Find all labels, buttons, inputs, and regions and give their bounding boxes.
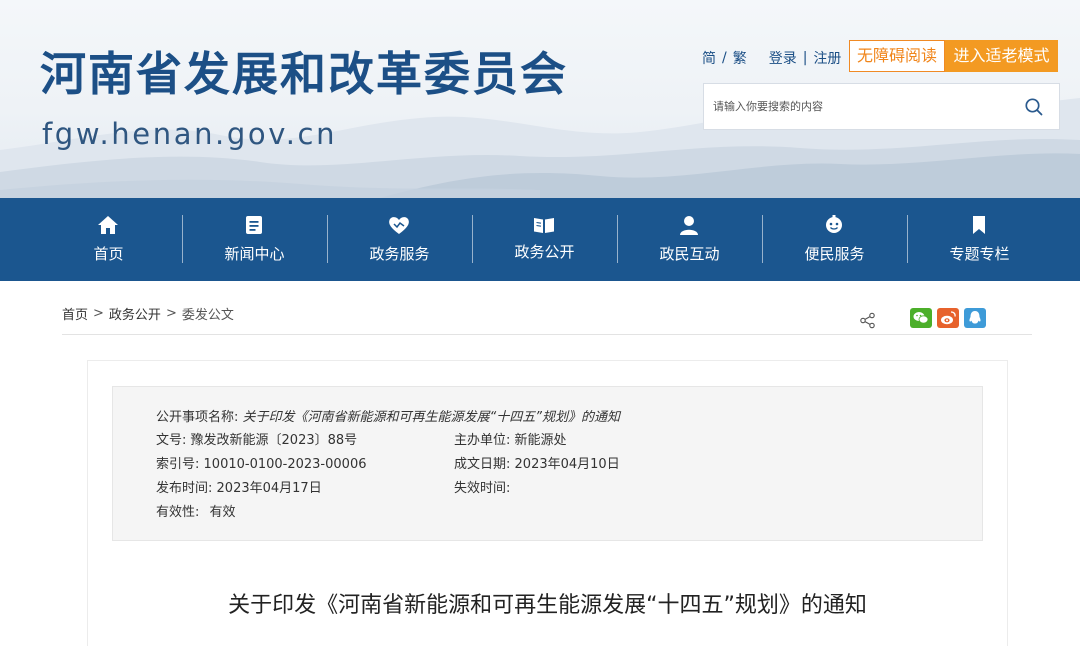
document-meta: 公开事项名称: 关于印发《河南省新能源和可再生能源发展“十四五”规划》的通知 文… <box>112 386 983 541</box>
meta-label: 文号: <box>156 433 187 448</box>
meta-validity: 有效性: 有效 <box>156 504 236 522</box>
meta-label: 有效性: <box>156 505 200 520</box>
nav-label: 便民服务 <box>804 245 865 263</box>
meta-index-no: 索引号: 10010-0100-2023-00006 <box>156 456 366 474</box>
meta-host-unit: 主办单位: 新能源处 <box>454 432 567 450</box>
lang-separator: / <box>722 50 727 66</box>
meta-item-name: 公开事项名称: 关于印发《河南省新能源和可再生能源发展“十四五”规划》的通知 <box>156 409 620 427</box>
meta-value: 豫发改新能源〔2023〕88号 <box>190 433 358 448</box>
nav-label: 首页 <box>93 245 124 263</box>
nav-item-gov-open[interactable]: 政务公开 <box>472 198 617 281</box>
qq-icon <box>969 311 981 324</box>
book-icon <box>534 218 554 233</box>
breadcrumb-home[interactable]: 首页 <box>62 304 88 323</box>
breadcrumb-current[interactable]: 委发公文 <box>182 304 234 323</box>
meta-value: 有效 <box>209 505 236 520</box>
bookmark-icon <box>973 216 985 234</box>
meta-created-date: 成文日期: 2023年04月10日 <box>454 456 620 474</box>
site-header: 河南省发展和改革委员会 fgw.henan.gov.cn 简 / 繁 登录 | … <box>0 0 1080 198</box>
meta-label: 发布时间: <box>156 481 213 496</box>
nav-label: 新闻中心 <box>224 245 285 263</box>
meta-value: 2023年04月10日 <box>514 457 620 472</box>
meta-publish-time: 发布时间: 2023年04月17日 <box>156 480 322 498</box>
weibo-share-button[interactable] <box>937 308 959 328</box>
login-link[interactable]: 登录 <box>769 48 797 68</box>
elder-mode-button[interactable]: 进入适老模式 <box>945 40 1058 72</box>
nav-label: 政民互动 <box>659 245 720 263</box>
meta-value: 关于印发《河南省新能源和可再生能源发展“十四五”规划》的通知 <box>242 410 621 425</box>
nav-item-news[interactable]: 新闻中心 <box>182 198 327 281</box>
weibo-icon <box>941 311 956 325</box>
user-icon <box>680 216 698 235</box>
wechat-share-button[interactable] <box>910 308 932 328</box>
traditional-chinese-link[interactable]: 繁 <box>733 48 747 68</box>
breadcrumb-gov-open[interactable]: 政务公开 <box>109 304 161 323</box>
nav-item-convenience[interactable]: 便民服务 <box>762 198 907 281</box>
auth-separator: | <box>802 50 808 66</box>
qq-share-button[interactable] <box>964 308 986 328</box>
main-nav: 首页 新闻中心 政务服务 政务公开 政民互动 便民服务 专题专栏 <box>0 198 1080 281</box>
news-icon <box>246 216 262 234</box>
meta-doc-no: 文号: 豫发改新能源〔2023〕88号 <box>156 432 357 450</box>
search-box <box>703 83 1060 130</box>
wechat-icon <box>913 312 929 324</box>
nav-item-special[interactable]: 专题专栏 <box>907 198 1052 281</box>
register-link[interactable]: 注册 <box>813 48 841 68</box>
accessible-reading-button[interactable]: 无障碍阅读 <box>849 40 945 72</box>
nav-label: 政务公开 <box>514 243 575 261</box>
meta-value: 新能源处 <box>514 433 567 448</box>
home-icon <box>98 216 118 234</box>
search-input[interactable] <box>704 84 1014 129</box>
service-icon <box>826 215 842 233</box>
nav-item-interaction[interactable]: 政民互动 <box>617 198 762 281</box>
search-icon[interactable] <box>1023 96 1045 118</box>
breadcrumb-divider <box>62 334 1032 335</box>
handshake-heart-icon <box>389 217 409 234</box>
article-title: 关于印发《河南省新能源和可再生能源发展“十四五”规划》的通知 <box>228 593 867 618</box>
nav-label: 政务服务 <box>369 245 430 263</box>
meta-value: 2023年04月17日 <box>216 481 322 496</box>
breadcrumb-separator: > <box>165 306 177 321</box>
site-title: 河南省发展和改革委员会 <box>40 47 568 101</box>
breadcrumb: 首页 > 政务公开 > 委发公文 <box>62 304 234 323</box>
nav-item-home[interactable]: 首页 <box>36 198 181 281</box>
meta-label: 索引号: <box>156 457 200 472</box>
meta-label: 主办单位: <box>454 433 511 448</box>
top-links: 简 / 繁 登录 | 注册 <box>702 47 841 69</box>
nav-item-gov-service[interactable]: 政务服务 <box>327 198 472 281</box>
share-icon[interactable] <box>859 312 876 329</box>
simplified-chinese-link[interactable]: 简 <box>702 48 716 68</box>
site-domain: fgw.henan.gov.cn <box>42 117 338 151</box>
meta-label: 成文日期: <box>454 457 511 472</box>
breadcrumb-separator: > <box>93 306 104 321</box>
meta-label: 公开事项名称: <box>156 410 239 425</box>
meta-expire-time: 失效时间: <box>454 480 510 498</box>
meta-label: 失效时间: <box>454 481 511 496</box>
meta-value: 10010-0100-2023-00006 <box>203 457 367 472</box>
nav-label: 专题专栏 <box>949 245 1010 263</box>
